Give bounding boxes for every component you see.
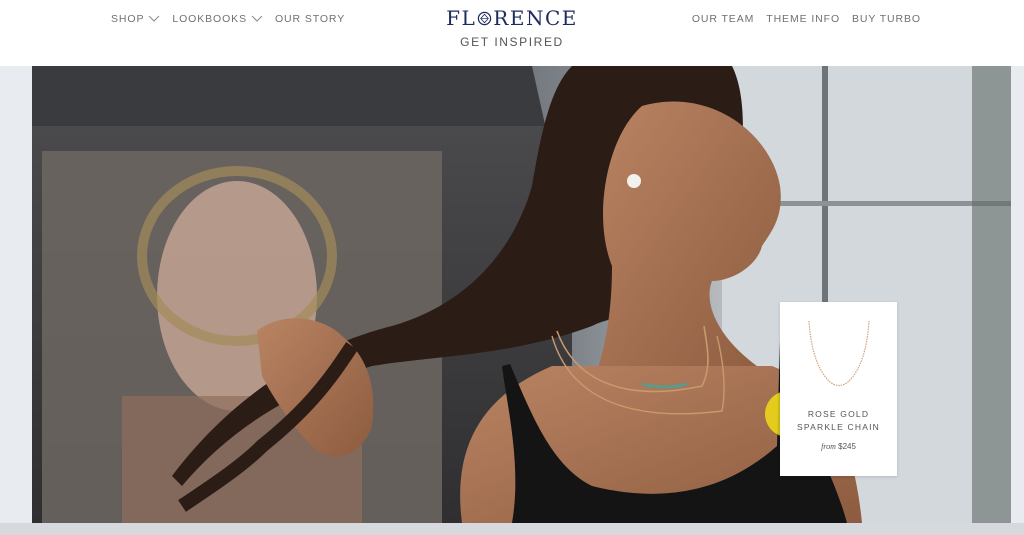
logo-text-right: RENCE [493, 6, 578, 30]
nav-theme-info[interactable]: THEME INFO [766, 13, 840, 25]
section-bottom-band [0, 523, 1024, 535]
nav-theme-info-label: THEME INFO [766, 13, 841, 25]
logo-text-left: FL [446, 6, 477, 30]
primary-nav-right: OUR TEAM THEME INFO BUY TURBO [692, 13, 921, 25]
site-header: SHOP LOOKBOOKS OUR STORY FL RENCE GET IN… [0, 0, 1024, 66]
diamond-logo-icon [478, 11, 492, 26]
nav-buy-turbo-label: BUY TURBO [852, 13, 921, 25]
product-card[interactable]: ROSE GOLD SPARKLE CHAIN from $245 [780, 302, 897, 476]
nav-our-team[interactable]: OUR TEAM [692, 13, 754, 25]
product-name: ROSE GOLD SPARKLE CHAIN [797, 409, 880, 432]
nav-our-team-label: OUR TEAM [691, 13, 755, 25]
lookbook-section: ROSE GOLD SPARKLE CHAIN from $245 [0, 66, 1024, 535]
price-prefix: from [821, 442, 836, 451]
nav-buy-turbo[interactable]: BUY TURBO [852, 13, 921, 25]
price-value: $245 [838, 442, 856, 451]
product-price: from $245 [780, 442, 897, 451]
page-subtitle: GET INSPIRED [460, 35, 564, 47]
product-thumbnail [807, 320, 870, 387]
